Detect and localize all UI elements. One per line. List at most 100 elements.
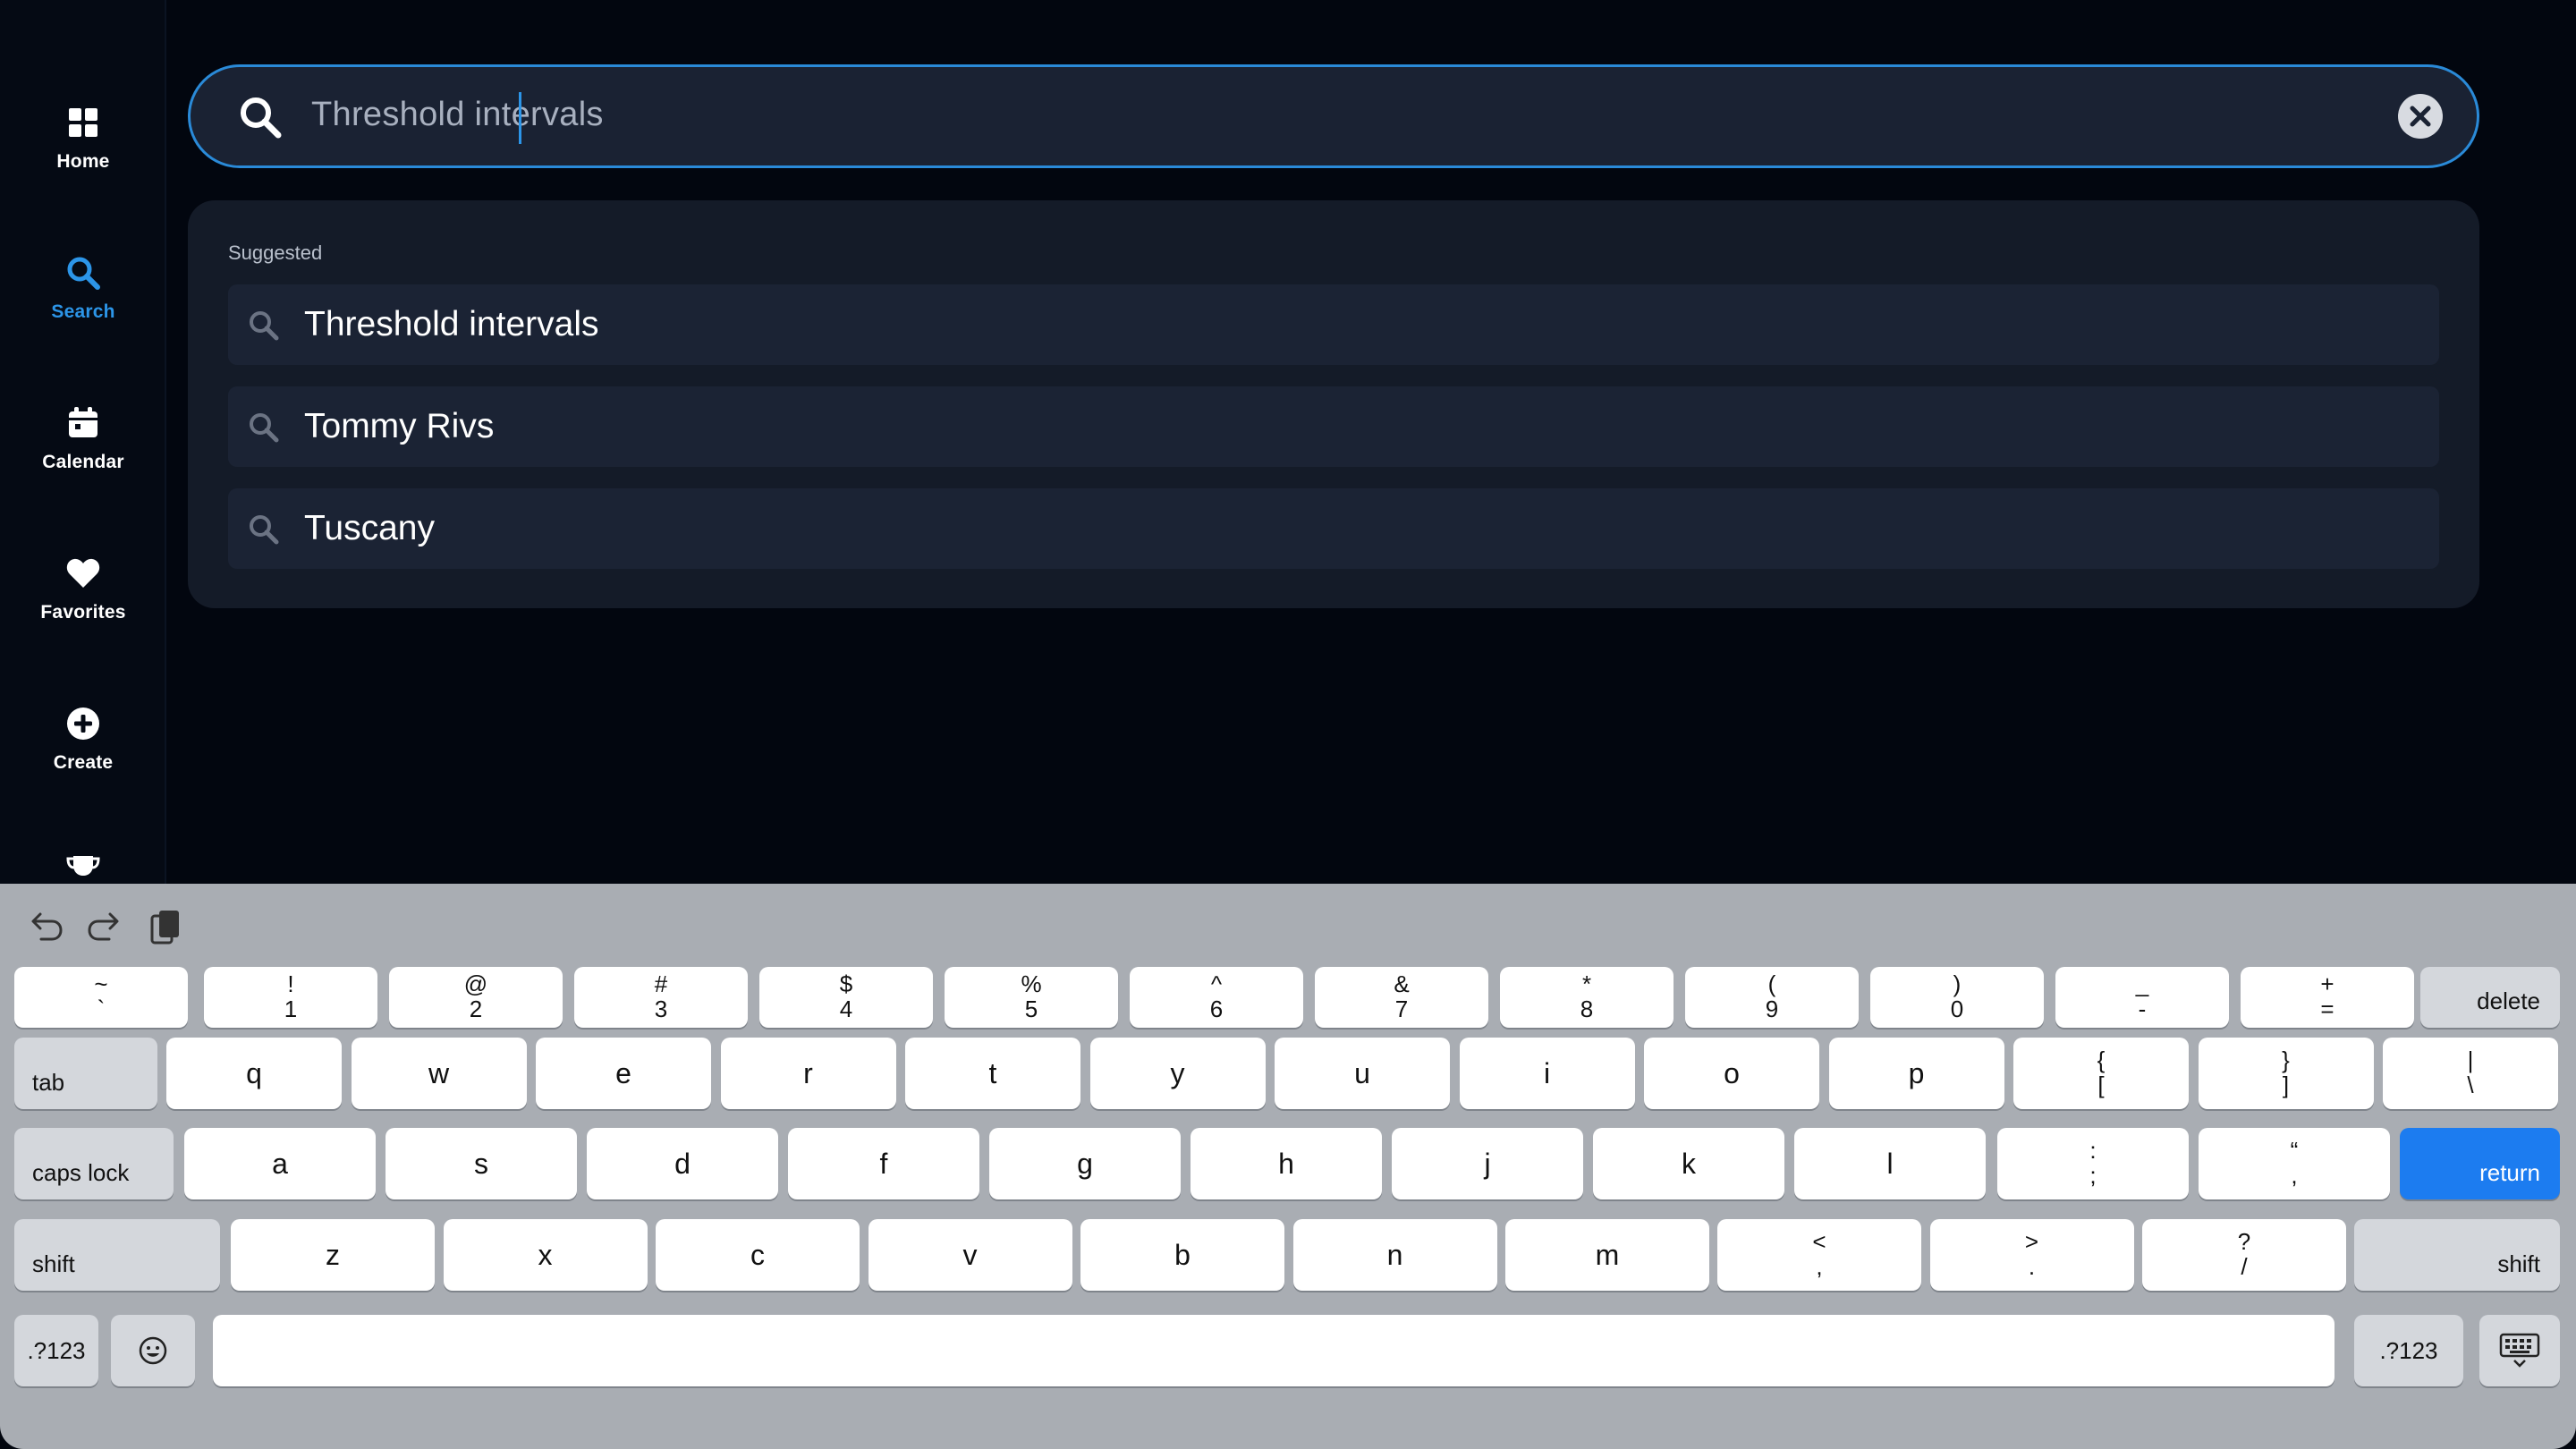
emoji-key[interactable]	[111, 1315, 195, 1386]
sidebar-item-label: Home	[56, 151, 110, 172]
key-bottom-label: ;	[2089, 1162, 2097, 1189]
key-0[interactable]: ) 0	[1870, 967, 2044, 1028]
key-bottom-label: 4	[839, 996, 853, 1022]
space-bar[interactable]	[213, 1315, 2334, 1386]
paste-icon[interactable]	[143, 905, 188, 950]
key-n[interactable]: n	[1292, 1219, 1497, 1291]
shift-left-key[interactable]: shift	[14, 1219, 220, 1291]
key-sym-r3-1[interactable]: “,	[2199, 1128, 2390, 1199]
key-4[interactable]: $4	[759, 967, 933, 1028]
key-y[interactable]: y	[1089, 1038, 1266, 1109]
close-icon[interactable]	[2398, 94, 2443, 139]
key-label: o	[1724, 1056, 1740, 1089]
key-sym-1[interactable]: }]	[2198, 1038, 2374, 1109]
key-label: x	[538, 1238, 553, 1271]
key-s[interactable]: s	[386, 1128, 577, 1199]
key-k[interactable]: k	[1593, 1128, 1784, 1199]
delete-key[interactable]: delete	[2420, 967, 2560, 1028]
key-2[interactable]: @2	[389, 967, 563, 1028]
key-bottom-label: [	[2097, 1072, 2105, 1098]
key-6[interactable]: ^ 6	[1130, 967, 1303, 1028]
key--[interactable]: _ -	[2055, 967, 2229, 1028]
search-input[interactable]: Threshold intervals	[311, 96, 604, 134]
key-1[interactable]: ! 1	[204, 967, 377, 1028]
key-9[interactable]: (9	[1685, 967, 1859, 1028]
suggestion-item[interactable]: Tommy Rivs	[228, 386, 2439, 467]
key-top-label: ~	[94, 970, 108, 997]
key-sym-r4-1[interactable]: >.	[1929, 1219, 2134, 1291]
sidebar-item-label: Create	[53, 752, 114, 773]
key-8[interactable]: * 8	[1500, 967, 1674, 1028]
sidebar-item-calendar[interactable]: Calendar	[0, 403, 166, 473]
key-7[interactable]: & 7	[1315, 967, 1488, 1028]
key-sym-2[interactable]: | \	[2383, 1038, 2558, 1109]
key-g[interactable]: g	[989, 1128, 1181, 1199]
caps-lock-key[interactable]: caps lock	[14, 1128, 174, 1199]
shift-right-key[interactable]: shift	[2354, 1219, 2560, 1291]
key-label: g	[1077, 1147, 1093, 1180]
suggestion-item[interactable]: Threshold intervals	[228, 284, 2439, 365]
key-u[interactable]: u	[1275, 1038, 1450, 1109]
key-e[interactable]: e	[536, 1038, 711, 1109]
search-icon	[248, 309, 280, 342]
search-bar[interactable]: Threshold intervals	[188, 64, 2479, 168]
key-i[interactable]: i	[1459, 1038, 1635, 1109]
key-c[interactable]: c	[656, 1219, 860, 1291]
key-x[interactable]: x	[443, 1219, 648, 1291]
key-j[interactable]: j	[1392, 1128, 1583, 1199]
key-a[interactable]: a	[184, 1128, 376, 1199]
redo-icon[interactable]	[82, 905, 127, 950]
key-`[interactable]: ~ `	[14, 967, 188, 1028]
sidebar-item-label: Favorites	[40, 602, 126, 623]
key-l[interactable]: l	[1794, 1128, 1986, 1199]
key-w[interactable]: w	[351, 1038, 527, 1109]
key-p[interactable]: p	[1828, 1038, 2004, 1109]
key-bottom-label: 1	[284, 996, 298, 1022]
key-=[interactable]: + =	[2241, 967, 2414, 1028]
tab-key[interactable]: tab	[14, 1038, 157, 1109]
key-bottom-label: ,	[2291, 1162, 2298, 1189]
key-m[interactable]: m	[1505, 1219, 1709, 1291]
sidebar-item-trophy[interactable]	[0, 854, 166, 884]
sidebar-item-home[interactable]: Home	[0, 103, 166, 173]
key-top-label: <	[1812, 1228, 1826, 1255]
key-bottom-label: 2	[469, 996, 483, 1022]
key-f[interactable]: f	[788, 1128, 979, 1199]
sidebar-item-favorites[interactable]: Favorites	[0, 554, 166, 623]
key-label: z	[326, 1238, 340, 1271]
key-top-label: {	[2097, 1046, 2106, 1073]
numbers-key-right[interactable]: .?123	[2354, 1315, 2463, 1386]
key-sym-r4-2[interactable]: ? /	[2142, 1219, 2346, 1291]
key-t[interactable]: t	[905, 1038, 1080, 1109]
suggestion-label: Tuscany	[304, 509, 435, 547]
heart-icon	[64, 554, 103, 593]
key-v[interactable]: v	[868, 1219, 1072, 1291]
key-3[interactable]: #3	[574, 967, 748, 1028]
key-bottom-label: 0	[1950, 996, 1964, 1022]
search-icon	[64, 253, 103, 292]
sidebar-item-create[interactable]: Create	[0, 704, 166, 774]
key-q[interactable]: q	[166, 1038, 342, 1109]
sidebar-item-search[interactable]: Search	[0, 253, 166, 323]
return-key[interactable]: return	[2400, 1128, 2560, 1199]
undo-icon[interactable]	[23, 905, 68, 950]
suggestion-item[interactable]: Tuscany	[228, 488, 2439, 569]
key-r[interactable]: r	[720, 1038, 896, 1109]
key-sym-r3-0[interactable]: :;	[1997, 1128, 2189, 1199]
suggestions-panel: Suggested Threshold intervals Tommy Rivs…	[188, 200, 2479, 608]
key-bottom-label: =	[2320, 996, 2334, 1022]
key-o[interactable]: o	[1644, 1038, 1819, 1109]
key-d[interactable]: d	[587, 1128, 778, 1199]
numbers-key-left[interactable]: .?123	[14, 1315, 98, 1386]
keyboard-hide-key[interactable]	[2479, 1315, 2560, 1386]
key-h[interactable]: h	[1191, 1128, 1382, 1199]
key-label: q	[246, 1056, 262, 1089]
key-label: .?123	[27, 1336, 86, 1364]
key-b[interactable]: b	[1080, 1219, 1284, 1291]
key-z[interactable]: z	[231, 1219, 435, 1291]
key-sym-0[interactable]: {[	[2013, 1038, 2189, 1109]
key-label: j	[1484, 1147, 1491, 1180]
key-label: a	[272, 1147, 288, 1180]
key-5[interactable]: % 5	[945, 967, 1118, 1028]
key-sym-r4-0[interactable]: <,	[1717, 1219, 1921, 1291]
